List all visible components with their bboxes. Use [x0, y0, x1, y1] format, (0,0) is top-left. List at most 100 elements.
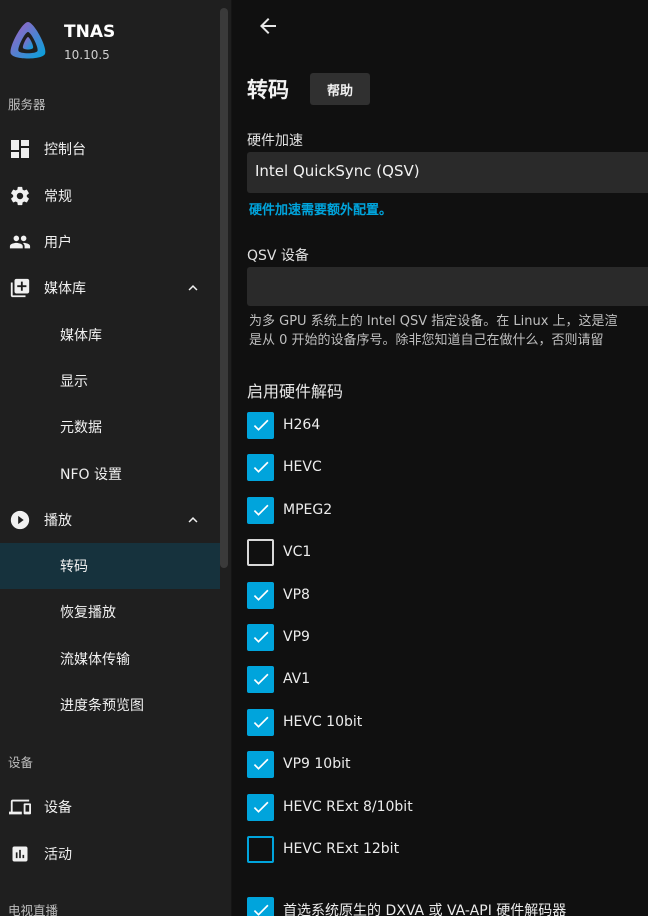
checkbox[interactable] [247, 623, 274, 651]
checkbox-label: VC1 [283, 544, 312, 560]
sidebar-subitem-label: 进度条预览图 [60, 698, 144, 714]
jellyfin-logo-icon [10, 22, 46, 59]
sidebar-subitem-metadata[interactable]: 元数据 [0, 404, 220, 450]
codec-checkbox-av1[interactable]: AV1 [247, 665, 310, 693]
checkbox-label: VP8 [283, 587, 310, 603]
checkbox-label: HEVC RExt 12bit [283, 841, 400, 857]
checkbox[interactable] [247, 793, 274, 821]
qsv-device-description: 为多 GPU 系统上的 Intel QSV 指定设备。在 Linux 上，这是渲… [249, 312, 648, 350]
checkbox[interactable] [247, 708, 274, 736]
codec-checkbox-hevc[interactable]: HEVC [247, 453, 322, 481]
checkmark-icon [253, 631, 268, 643]
sidebar-item-label: 用户 [44, 235, 72, 251]
page-title: 转码 [247, 78, 289, 102]
checkbox-label: VP9 [283, 629, 310, 645]
checkbox-label: HEVC [283, 459, 322, 475]
sidebar-subitem-label: 恢复播放 [60, 605, 116, 621]
back-arrow-icon[interactable] [256, 14, 280, 38]
hw-accel-hint-link[interactable]: 硬件加速需要额外配置。 [249, 199, 392, 218]
sidebar-item-label: 活动 [44, 847, 72, 863]
checkbox[interactable] [247, 453, 274, 481]
checkmark-icon [253, 504, 268, 516]
description-line: 为多 GPU 系统上的 Intel QSV 指定设备。在 Linux 上，这是渲 [249, 314, 618, 329]
checkbox-label: HEVC 10bit [283, 714, 363, 730]
brand[interactable]: TNAS 10.10.5 [8, 20, 115, 62]
sidebar-subitem-nfo[interactable]: NFO 设置 [0, 451, 220, 497]
codec-checkbox-mpeg2[interactable]: MPEG2 [247, 496, 332, 524]
sidebar-item-label: 控制台 [44, 142, 86, 158]
qsv-device-label: QSV 设备 [247, 248, 309, 264]
main-content: 转码 帮助 硬件加速 Intel QuickSync (QSV) 硬件加速需要额… [232, 0, 648, 916]
sidebar-subitem-transcoding[interactable]: 转码 [0, 543, 220, 589]
checkbox-label: H264 [283, 417, 321, 433]
sidebar-subitem-resume[interactable]: 恢复播放 [0, 589, 220, 635]
checkbox-label: AV1 [283, 671, 311, 687]
sidebar-subitem-display[interactable]: 显示 [0, 358, 220, 404]
prefer-native-decoder-checkbox[interactable]: 首选系统原生的 DXVA 或 VA-API 硬件解码器 [247, 896, 566, 916]
sidebar-subitem-label: 媒体库 [60, 328, 102, 344]
hw-accel-label: 硬件加速 [247, 133, 303, 149]
sidebar-item-label: 播放 [44, 513, 72, 529]
sidebar: TNAS 10.10.5 服务器 控制台 常规 用户 媒体库 媒体库 显示 元数… [0, 0, 232, 916]
checkmark-icon [253, 673, 268, 685]
checkbox-label: MPEG2 [283, 502, 333, 518]
sidebar-item-activity[interactable]: 活动 [0, 831, 220, 877]
checkbox[interactable] [247, 665, 274, 693]
qsv-device-input[interactable] [247, 267, 648, 306]
sidebar-subitem-label: 元数据 [60, 420, 102, 436]
people-icon [9, 231, 31, 253]
checkbox[interactable] [247, 835, 274, 863]
devices-icon [9, 796, 31, 818]
sidebar-item-users[interactable]: 用户 [0, 219, 220, 265]
hw-accel-select[interactable]: Intel QuickSync (QSV) [247, 152, 648, 193]
sidebar-item-general[interactable]: 常规 [0, 173, 220, 219]
sidebar-item-label: 媒体库 [44, 281, 86, 297]
sidebar-subitem-label: NFO 设置 [60, 467, 122, 483]
section-header-devices: 设备 [8, 755, 34, 770]
description-line: 是从 0 开始的设备序号。除非您知道自己在做什么，否则请留 [249, 333, 604, 348]
sidebar-subitem-libraries[interactable]: 媒体库 [0, 312, 220, 358]
sidebar-subitem-trickplay[interactable]: 进度条预览图 [0, 682, 220, 728]
checkbox[interactable] [247, 750, 274, 778]
checkmark-icon [253, 716, 268, 728]
library-add-icon [9, 277, 31, 299]
codec-checkbox-vp8[interactable]: VP8 [247, 581, 310, 609]
sidebar-subitem-label: 转码 [60, 559, 88, 575]
play-circle-icon [9, 509, 31, 531]
sidebar-item-devices[interactable]: 设备 [0, 784, 220, 830]
codec-checkbox-hevc-rext-12bit[interactable]: HEVC RExt 12bit [247, 835, 399, 863]
sidebar-subitem-label: 显示 [60, 374, 88, 390]
chevron-up-icon[interactable] [184, 279, 202, 297]
hw-decoding-title: 启用硬件解码 [247, 382, 344, 401]
checkbox[interactable] [247, 896, 274, 916]
sidebar-item-label: 设备 [44, 800, 72, 816]
server-name: TNAS [64, 22, 116, 42]
checkbox[interactable] [247, 538, 274, 566]
codec-checkbox-hevc-rext-8-10bit[interactable]: HEVC RExt 8/10bit [247, 793, 413, 821]
checkbox[interactable] [247, 411, 274, 439]
help-button[interactable]: 帮助 [310, 73, 370, 105]
codec-checkbox-hevc-10bit[interactable]: HEVC 10bit [247, 708, 362, 736]
section-header-server: 服务器 [8, 97, 46, 112]
codec-checkbox-h264[interactable]: H264 [247, 411, 320, 439]
checkbox-label: 首选系统原生的 DXVA 或 VA-API 硬件解码器 [283, 903, 567, 916]
codec-checkbox-vc1[interactable]: VC1 [247, 538, 311, 566]
gear-icon [9, 185, 31, 207]
checkbox[interactable] [247, 496, 274, 524]
sidebar-item-libraries[interactable]: 媒体库 [0, 265, 220, 311]
dashboard-icon [9, 138, 31, 160]
checkbox-label: VP9 10bit [283, 756, 351, 772]
checkmark-icon [253, 801, 268, 813]
checkbox[interactable] [247, 581, 274, 609]
chevron-up-icon[interactable] [184, 511, 202, 529]
codec-checkbox-vp9[interactable]: VP9 [247, 623, 310, 651]
checkmark-icon [253, 589, 268, 601]
checkmark-icon [253, 461, 268, 473]
codec-checkbox-vp9-10bit[interactable]: VP9 10bit [247, 750, 350, 778]
checkmark-icon [253, 904, 268, 916]
sidebar-item-dashboard[interactable]: 控制台 [0, 126, 220, 172]
sidebar-item-playback[interactable]: 播放 [0, 497, 220, 543]
sidebar-item-label: 常规 [44, 189, 72, 205]
section-header-livetv: 电视直播 [8, 903, 59, 916]
sidebar-subitem-streaming[interactable]: 流媒体传输 [0, 636, 220, 682]
